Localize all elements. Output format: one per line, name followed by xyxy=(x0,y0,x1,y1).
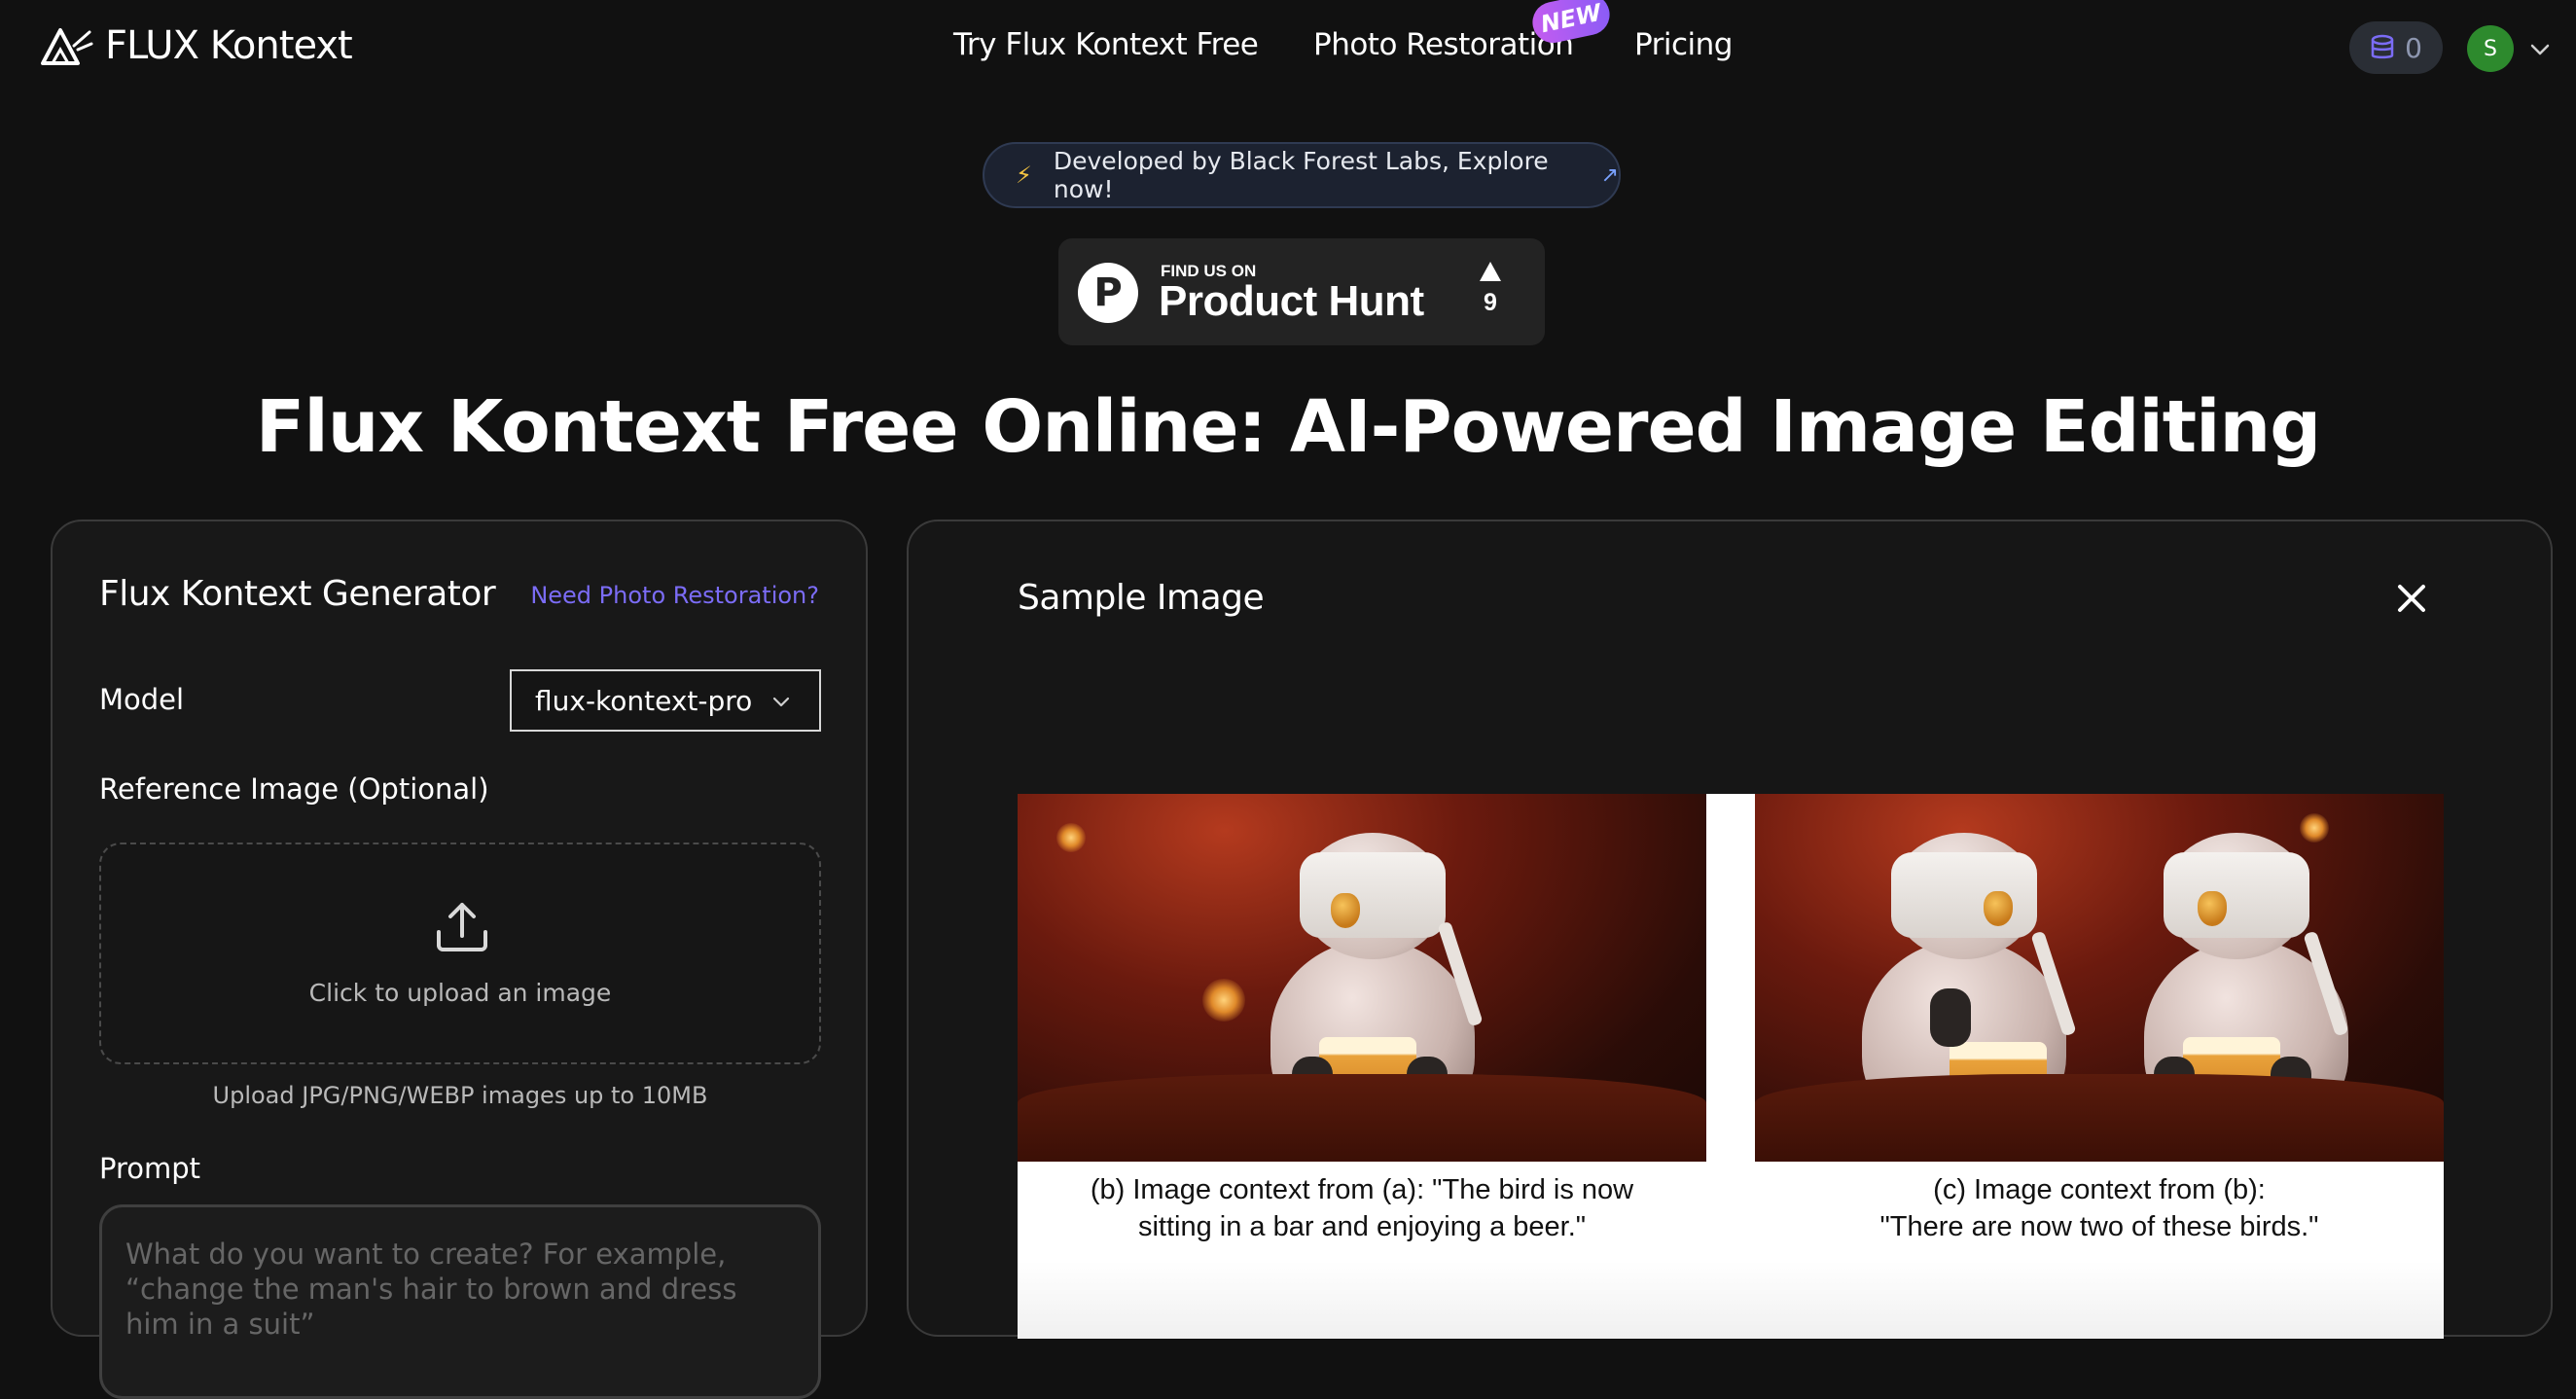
sample-image: (b) Image context from (a): "The bird is… xyxy=(1018,794,2444,1339)
nav-link-try-free[interactable]: Try Flux Kontext Free xyxy=(953,27,1259,62)
model-label: Model xyxy=(99,683,185,716)
external-arrow-icon: ↗ xyxy=(1600,162,1619,188)
product-hunt-icon: P xyxy=(1078,263,1138,323)
model-select-value: flux-kontext-pro xyxy=(535,684,753,717)
coin-stack-icon xyxy=(2371,34,2394,59)
upvote-count: 9 xyxy=(1484,289,1497,316)
image-fade xyxy=(1018,1261,2444,1339)
avatar[interactable]: S xyxy=(2467,25,2514,72)
credits-indicator[interactable]: 0 xyxy=(2349,21,2443,74)
caption-left-line-1: (b) Image context from (a): "The bird is… xyxy=(1090,1174,1634,1205)
caption-right-line-1: (c) Image context from (b): xyxy=(1933,1174,2266,1205)
upload-dropzone[interactable]: Click to upload an image xyxy=(99,843,821,1064)
prompt-label: Prompt xyxy=(99,1152,201,1185)
sample-photo-two-birds xyxy=(1755,794,2444,1162)
prompt-input[interactable] xyxy=(99,1204,821,1399)
generator-title: Flux Kontext Generator xyxy=(99,574,496,614)
photo-restoration-link[interactable]: Need Photo Restoration? xyxy=(530,582,819,609)
product-hunt-title: Product Hunt xyxy=(1159,277,1424,325)
close-icon[interactable] xyxy=(2395,582,2428,615)
upload-hint: Upload JPG/PNG/WEBP images up to 10MB xyxy=(212,1082,708,1109)
model-select[interactable]: flux-kontext-pro xyxy=(510,669,821,732)
announcement-banner[interactable]: ⚡ Developed by Black Forest Labs, Explor… xyxy=(983,142,1621,208)
sample-image-panel: Sample Image (b) Image context from (a):… xyxy=(907,520,2553,1339)
credits-count: 0 xyxy=(2405,31,2422,64)
lightning-icon: ⚡ xyxy=(1016,161,1032,189)
generator-panel: Flux Kontext Generator Need Photo Restor… xyxy=(51,520,868,1399)
chevron-down-icon xyxy=(772,697,790,707)
upload-icon xyxy=(437,903,487,951)
image-divider xyxy=(1706,794,1755,1162)
page-title: Flux Kontext Free Online: AI-Powered Ima… xyxy=(255,385,2321,469)
caption-right: (c) Image context from (b): "There are n… xyxy=(1755,1171,2444,1245)
nav-link-pricing[interactable]: Pricing xyxy=(1634,27,1734,62)
caption-left: (b) Image context from (a): "The bird is… xyxy=(1018,1171,1706,1245)
caption-left-line-2: sitting in a bar and enjoying a beer." xyxy=(1137,1211,1587,1242)
caption-right-line-2: "There are now two of these birds." xyxy=(1879,1211,2319,1242)
flux-logo-icon xyxy=(41,28,93,65)
logo[interactable]: FLUX Kontext xyxy=(39,23,353,68)
top-nav: FLUX Kontext Try Flux Kontext Free Photo… xyxy=(0,0,2576,97)
reference-image-label: Reference Image (Optional) xyxy=(99,772,489,806)
chevron-down-icon[interactable] xyxy=(2527,37,2553,62)
sample-photo-one-bird xyxy=(1018,794,1706,1162)
sample-image-title: Sample Image xyxy=(1018,578,1265,618)
logo-text: FLUX Kontext xyxy=(105,23,353,68)
product-hunt-badge[interactable]: P FIND US ON Product Hunt 9 xyxy=(1058,238,1545,345)
announcement-text: Developed by Black Forest Labs, Explore … xyxy=(1053,147,1549,203)
upload-text: Click to upload an image xyxy=(308,979,612,1007)
upvote-triangle-icon xyxy=(1480,262,1501,281)
